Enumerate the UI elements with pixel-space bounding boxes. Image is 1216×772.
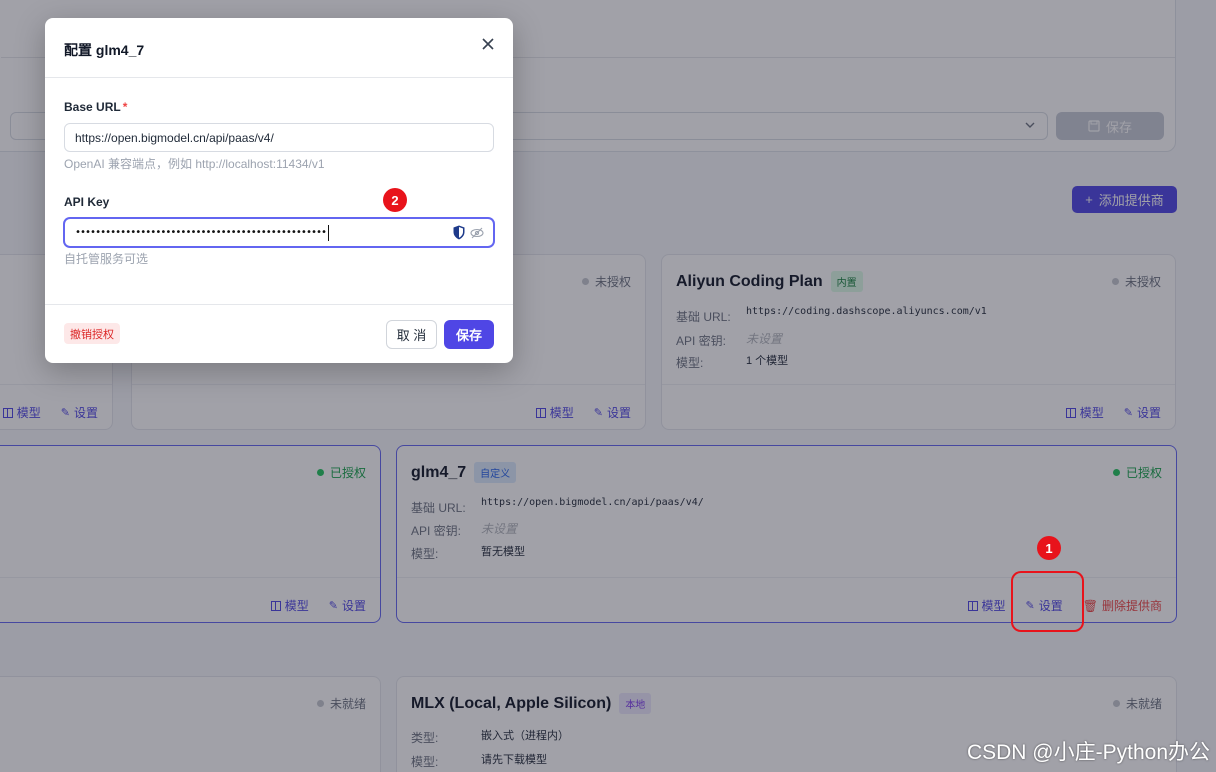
eye-off-icon[interactable]	[470, 226, 484, 240]
annotation-highlight-box	[1011, 571, 1084, 632]
text-caret	[328, 224, 330, 241]
close-icon[interactable]	[479, 36, 497, 54]
base-url-input-value: https://open.bigmodel.cn/api/paas/v4/	[75, 130, 274, 145]
base-url-input[interactable]: https://open.bigmodel.cn/api/paas/v4/	[64, 123, 494, 152]
required-mark: *	[122, 100, 128, 114]
api-key-input[interactable]: ••••••••••••••••••••••••••••••••••••••••…	[64, 218, 494, 247]
revoke-authorization-button[interactable]: 撤销授权	[64, 323, 120, 344]
api-key-field-label: API Key	[64, 195, 110, 209]
annotation-marker-1: 1	[1037, 536, 1061, 560]
base-url-label-text: Base URL	[64, 100, 121, 114]
watermark: CSDN @小庄-Python办公	[966, 741, 1210, 764]
password-manager-icon[interactable]	[453, 225, 465, 240]
api-key-hint: 自托管服务可选	[64, 252, 149, 266]
base-url-field-label: Base URL *	[64, 100, 127, 114]
dialog-title: 配置 glm4_7	[64, 42, 145, 58]
dialog-header: 配置 glm4_7	[45, 18, 513, 78]
annotation-marker-2: 2	[383, 188, 407, 212]
save-button[interactable]: 保存	[444, 320, 494, 349]
base-url-hint: OpenAI 兼容端点，例如 http://localhost:11434/v1	[64, 157, 325, 171]
api-key-masked-value: ••••••••••••••••••••••••••••••••••••••••…	[75, 227, 327, 238]
configure-provider-dialog: 配置 glm4_7 Base URL * https://open.bigmode…	[45, 18, 513, 363]
dialog-footer-divider	[45, 304, 513, 305]
cancel-button[interactable]: 取 消	[386, 320, 437, 349]
